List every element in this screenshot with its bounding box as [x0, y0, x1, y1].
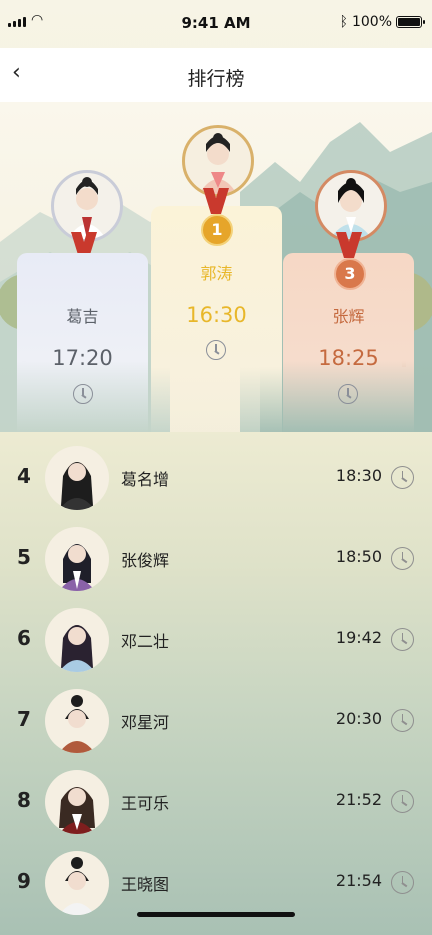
- avatar: [45, 770, 109, 834]
- player-name: 邓星河: [121, 713, 170, 732]
- medal-3-icon: 3: [334, 258, 366, 290]
- podium-name: 张辉: [332, 307, 365, 326]
- clock-icon: [391, 871, 414, 894]
- rank-number: 8: [17, 788, 31, 812]
- player-time: 18:30: [335, 466, 382, 485]
- podium-time: 18:25: [318, 346, 379, 370]
- list-item[interactable]: 4 葛名增 18:30: [0, 444, 432, 512]
- page-title: 排行榜: [187, 68, 245, 90]
- player-time: 21:54: [335, 871, 382, 890]
- clock-icon: [206, 340, 226, 360]
- player-time: 18:50: [335, 547, 382, 566]
- podium-time: 17:20: [52, 346, 113, 370]
- list-item[interactable]: 6 邓二壮 19:42: [0, 606, 432, 674]
- clock-icon: [391, 466, 414, 489]
- list-item[interactable]: 5 张俊辉 18:50: [0, 525, 432, 593]
- bluetooth-icon: ᛒ: [339, 14, 348, 30]
- medal-1-icon: 1: [201, 214, 233, 246]
- podium-time: 16:30: [186, 303, 247, 327]
- rank-number: 5: [17, 545, 31, 569]
- rank-number: 7: [17, 707, 31, 731]
- status-bar: ◠ 9:41 AM ᛒ 100%: [0, 0, 432, 48]
- player-name: 王晓图: [121, 875, 170, 894]
- player-name: 张俊辉: [121, 551, 170, 570]
- list-item[interactable]: 9 王晓图 21:54: [0, 849, 432, 917]
- avatar: [45, 851, 109, 915]
- avatar: [45, 608, 109, 672]
- rank-number: 4: [17, 464, 31, 488]
- player-name: 葛名增: [121, 470, 170, 489]
- clock-icon: [338, 384, 358, 404]
- status-right: ᛒ 100%: [339, 14, 425, 30]
- rank-number: 6: [17, 626, 31, 650]
- ribbon-icon: [203, 188, 229, 214]
- player-time: 19:42: [335, 628, 382, 647]
- rank-number: 9: [17, 869, 31, 893]
- podium-name: 郭涛: [200, 264, 233, 283]
- battery-percent: 100%: [351, 14, 392, 30]
- navigation-bar: ‹ 排行榜: [0, 48, 432, 102]
- clock-icon: [73, 384, 93, 404]
- avatar: [45, 446, 109, 510]
- battery-icon: [396, 16, 425, 28]
- avatar: [182, 125, 254, 197]
- player-time: 21:52: [335, 790, 382, 809]
- clock-icon: [391, 790, 414, 813]
- player-time: 20:30: [335, 709, 382, 728]
- player-name: 邓二壮: [121, 632, 170, 651]
- ribbon-icon: [336, 232, 362, 258]
- clock-icon: [391, 628, 414, 651]
- home-indicator[interactable]: [137, 912, 295, 917]
- player-name: 王可乐: [121, 794, 170, 813]
- avatar: [45, 689, 109, 753]
- podium-name: 葛吉: [66, 307, 99, 326]
- clock-icon: [391, 709, 414, 732]
- list-item[interactable]: 8 王可乐 21:52: [0, 768, 432, 836]
- list-item[interactable]: 7 邓星河 20:30: [0, 687, 432, 755]
- avatar: [45, 527, 109, 591]
- podium-second[interactable]: 葛吉 17:20: [17, 253, 148, 433]
- clock-icon: [391, 547, 414, 570]
